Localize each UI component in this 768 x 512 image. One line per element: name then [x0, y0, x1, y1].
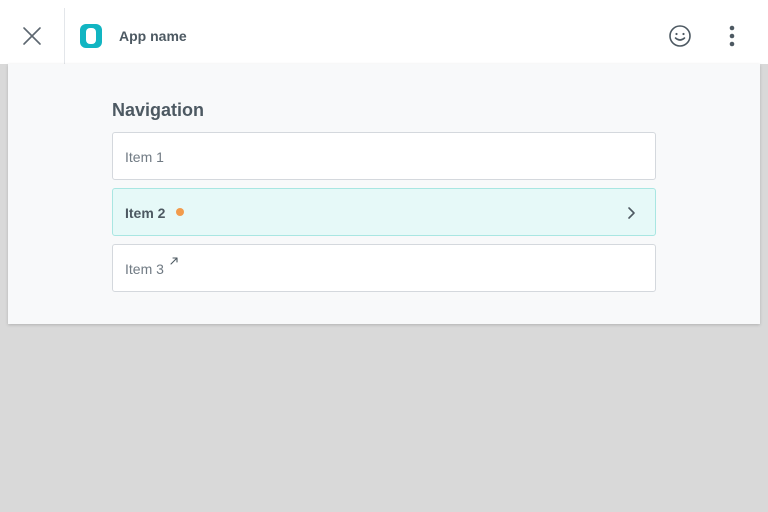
app-logo-icon [80, 24, 102, 48]
status-dot [176, 208, 184, 216]
navigation-title: Navigation [112, 100, 205, 120]
top-bar: App name [0, 0, 768, 64]
nav-item-label: Item 3 [125, 261, 164, 277]
header-divider [64, 8, 65, 64]
feedback-button[interactable] [666, 22, 694, 50]
close-icon [23, 27, 41, 45]
nav-item-label: Item 2 [125, 205, 166, 221]
navigation-panel: Navigation Item 1 Item 2 Item 3 [8, 64, 760, 324]
nav-item-label: Item 1 [125, 149, 164, 165]
smiley-icon [669, 25, 691, 47]
nav-item-2[interactable]: Item 2 [112, 188, 656, 236]
more-vertical-icon [729, 25, 735, 47]
nav-item-1[interactable]: Item 1 [112, 132, 656, 180]
more-options-button[interactable] [718, 22, 746, 50]
app-name: App name [119, 28, 187, 44]
chevron-right-icon [628, 207, 635, 219]
external-link-icon [170, 257, 178, 265]
nav-item-3[interactable]: Item 3 [112, 244, 656, 292]
close-button[interactable] [0, 8, 64, 64]
